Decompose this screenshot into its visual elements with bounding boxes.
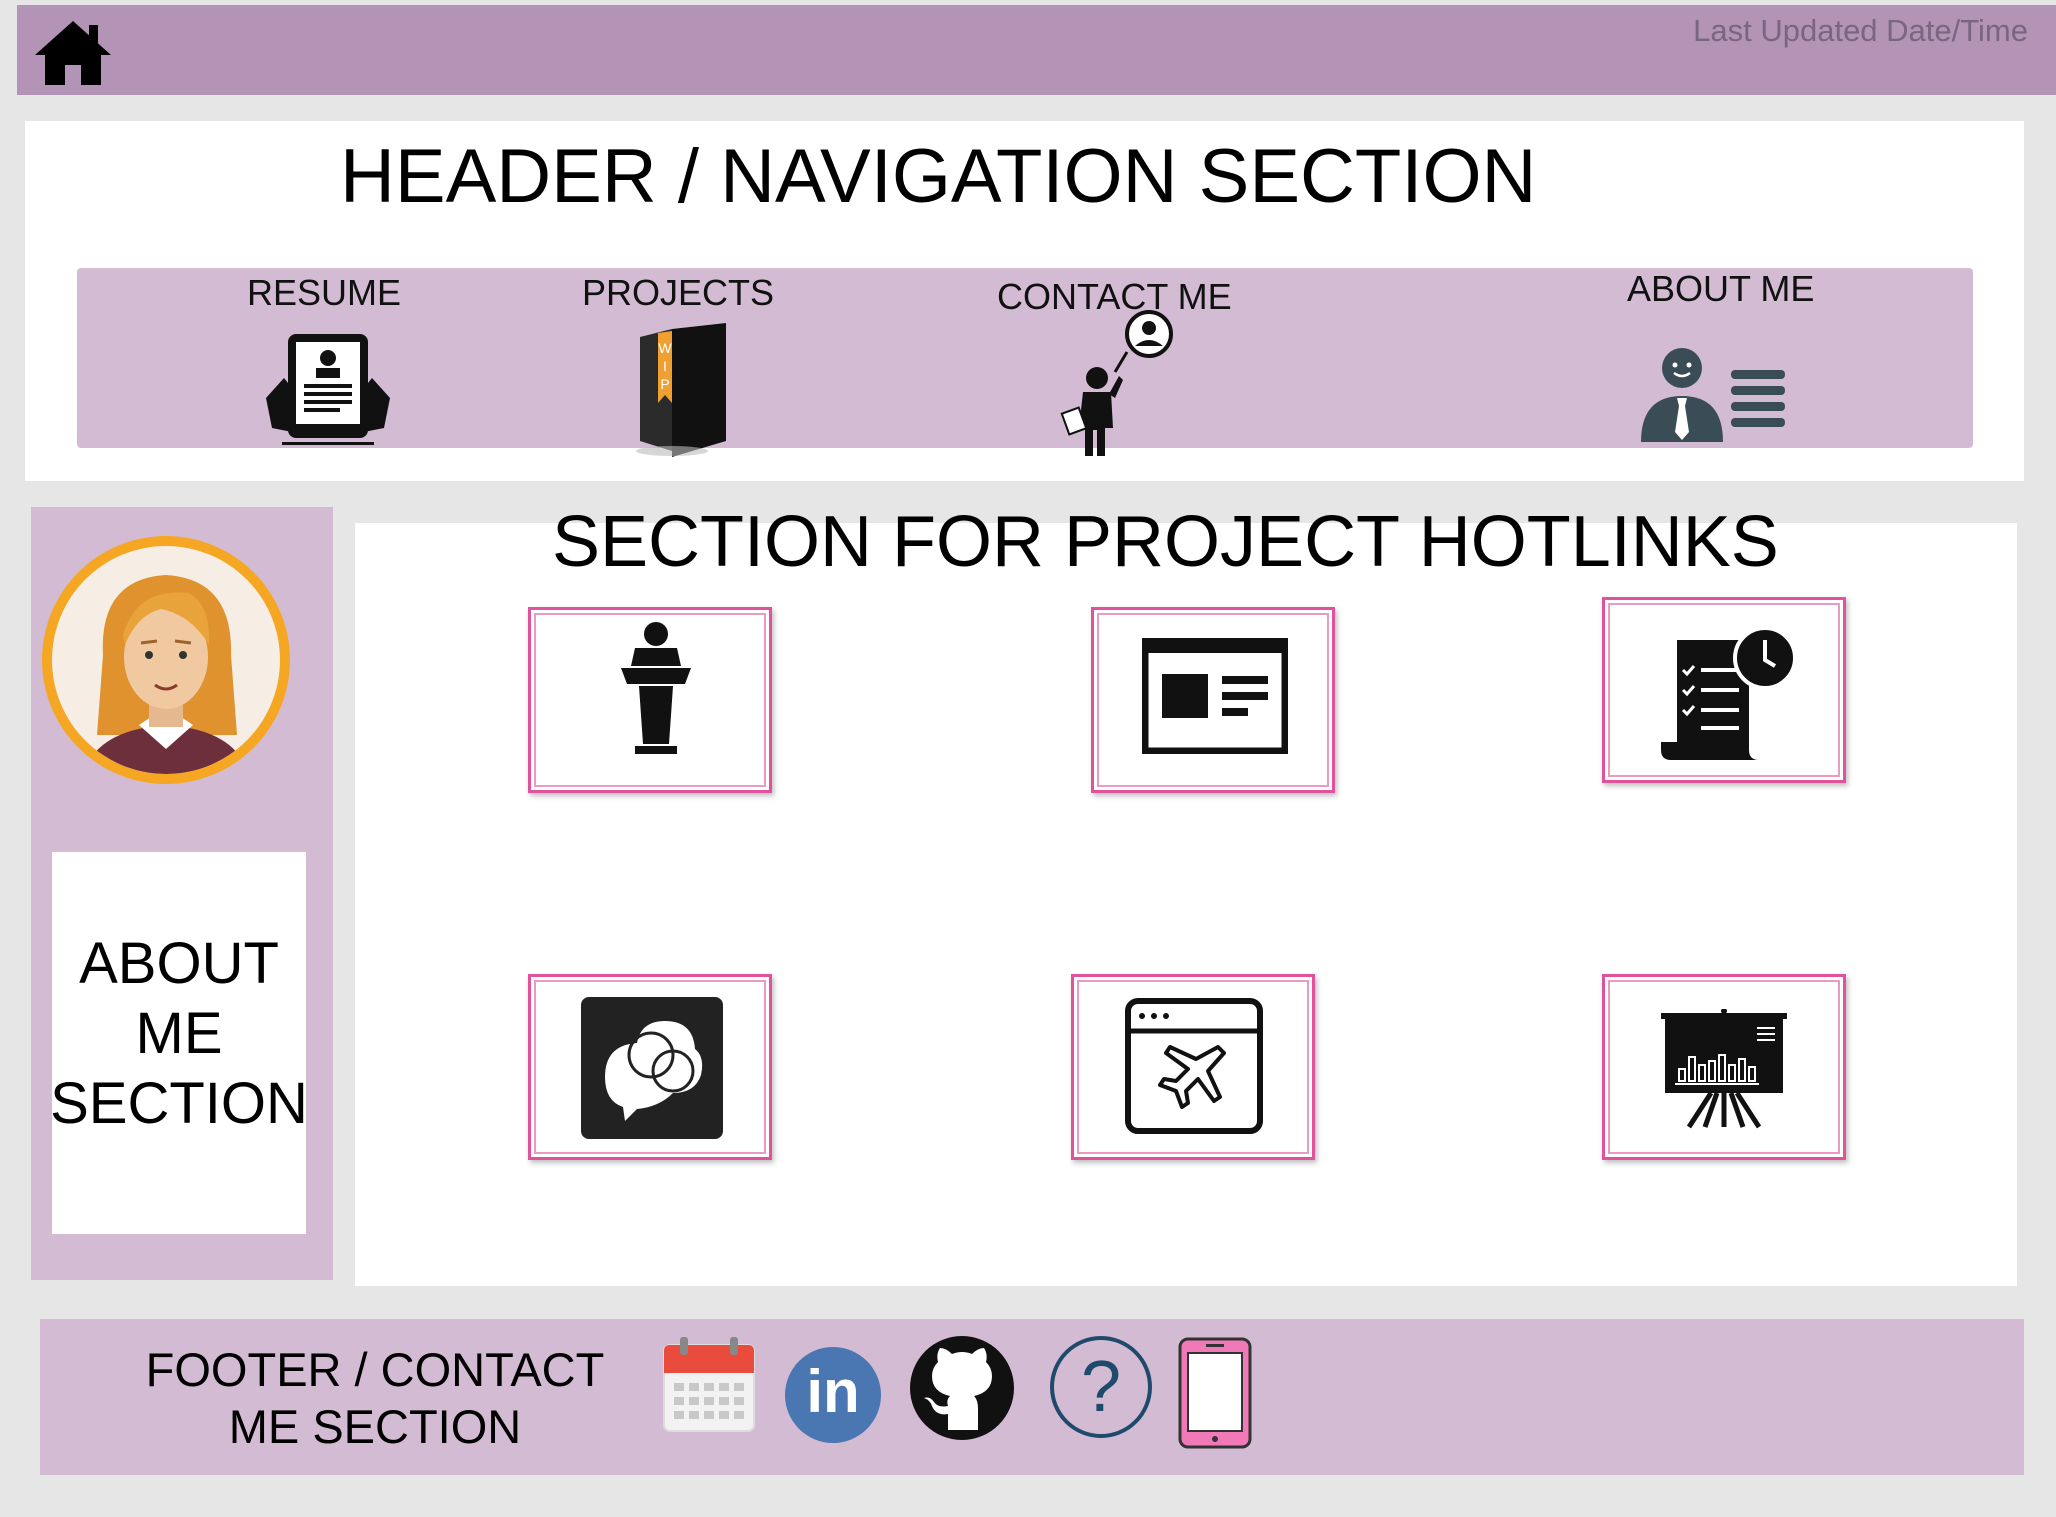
hotlink-tile-chat[interactable] [528, 974, 772, 1160]
svg-text:I: I [663, 358, 667, 374]
project-hotlinks-section: SECTION FOR PROJECT HOTLINKS [355, 502, 2017, 1286]
last-updated-text: Last Updated Date/Time [1693, 13, 2028, 48]
help-text: ? [1080, 1347, 1122, 1427]
hotlink-tile-podium[interactable] [528, 607, 772, 793]
nav-item-about-me[interactable]: ABOUT ME [1627, 268, 1827, 448]
browser-plane-icon [1125, 998, 1263, 1134]
nav-bar: RESUME PROJECTS W I P CONTACT ME ABOUT M… [77, 268, 1973, 457]
github-icon[interactable] [908, 1334, 1016, 1442]
hotlink-tile-browser[interactable] [1071, 974, 1315, 1160]
about-line-3: SECTION [50, 1071, 308, 1136]
hotlink-tile-news[interactable] [1091, 607, 1335, 793]
resume-tablet-icon [266, 334, 390, 445]
about-sidebar: ABOUT ME SECTION [31, 507, 333, 1280]
hotlink-tile-presentation[interactable] [1602, 974, 1846, 1160]
header-title: HEADER / NAVIGATION SECTION [340, 134, 1537, 219]
hotlink-tile-checklist[interactable] [1602, 597, 1846, 783]
podium-icon [621, 622, 691, 754]
nav-label-projects: PROJECTS [582, 272, 775, 313]
linkedin-icon[interactable]: in [785, 1347, 881, 1443]
footer-title-line-2: ME SECTION [228, 1400, 522, 1453]
hotlinks-title: SECTION FOR PROJECT HOTLINKS [552, 502, 1779, 582]
top-bar: Last Updated Date/Time [17, 5, 2056, 95]
mobile-phone-icon[interactable] [1178, 1337, 1252, 1449]
nav-item-projects[interactable]: PROJECTS W I P [582, 268, 792, 457]
footer-section: FOOTER / CONTACT ME SECTION in ? [40, 1319, 2024, 1475]
svg-text:P: P [660, 376, 669, 392]
news-article-icon [1142, 638, 1288, 754]
checklist-clock-icon [1661, 626, 1797, 760]
home-icon[interactable] [33, 17, 113, 89]
nav-label-resume: RESUME [247, 272, 402, 313]
presentation-chart-icon [1661, 1009, 1787, 1129]
chat-bubbles-icon [581, 997, 723, 1139]
nav-item-resume[interactable]: RESUME [247, 268, 427, 448]
about-me-section: ABOUT ME SECTION [50, 852, 308, 1234]
svg-text:W: W [658, 340, 672, 356]
header-section: HEADER / NAVIGATION SECTION RESUME PROJE… [25, 121, 2024, 481]
avatar[interactable] [41, 535, 291, 785]
footer-title-line-1: FOOTER / CONTACT [145, 1343, 605, 1396]
about-line-2: ME [135, 1001, 223, 1066]
nav-item-contact-me[interactable]: CONTACT ME [997, 268, 1257, 456]
about-line-1: ABOUT [79, 931, 279, 996]
nav-label-about-me: ABOUT ME [1627, 268, 1815, 309]
help-icon[interactable]: ? [1050, 1336, 1152, 1438]
about-me-text: ABOUT ME SECTION [50, 929, 308, 1139]
linkedin-text: in [806, 1358, 860, 1425]
person-phone-icon [1060, 310, 1173, 456]
profile-card-icon [1641, 348, 1785, 442]
footer-title: FOOTER / CONTACT ME SECTION [95, 1341, 655, 1455]
calendar-icon[interactable] [662, 1337, 756, 1433]
